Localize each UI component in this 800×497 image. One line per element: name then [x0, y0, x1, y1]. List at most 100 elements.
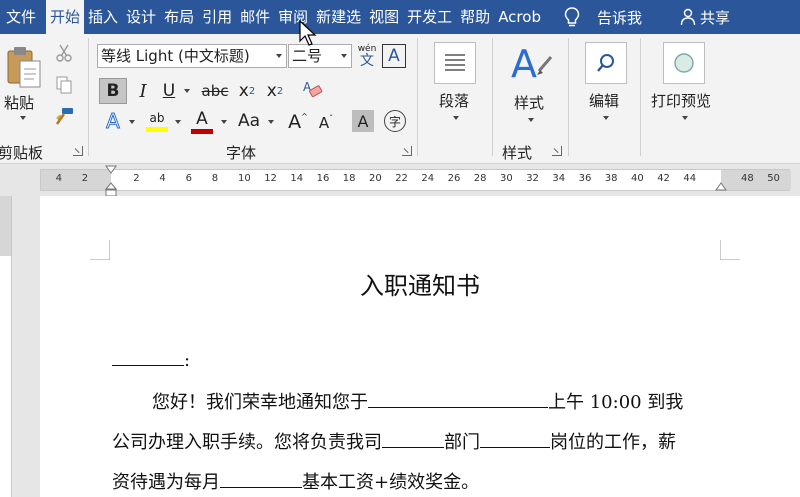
- font-color-button[interactable]: A: [188, 108, 216, 136]
- tell-me-box[interactable]: 告诉我: [563, 0, 642, 34]
- tab-design[interactable]: 设计: [122, 0, 160, 34]
- vertical-ruler[interactable]: [0, 196, 12, 497]
- print-preview-label[interactable]: 打印预览: [651, 90, 711, 111]
- text-effects-dropdown-caret[interactable]: [129, 120, 135, 124]
- tab-help[interactable]: 帮助: [456, 0, 494, 34]
- shrink-font-button[interactable]: Aˇ: [314, 110, 338, 136]
- paste-label[interactable]: 粘贴: [4, 92, 34, 113]
- print-preview-dropdown-caret[interactable]: [682, 116, 688, 120]
- ruler-number: 40: [631, 173, 644, 184]
- change-case-glyph: Aa: [237, 111, 261, 131]
- character-shading-button[interactable]: A: [352, 110, 374, 132]
- change-case-button[interactable]: Aa: [234, 108, 264, 134]
- styles-button[interactable]: A: [508, 40, 554, 88]
- share-label: 共享: [699, 8, 730, 27]
- highlight-dropdown-caret[interactable]: [175, 120, 181, 124]
- underline-dropdown-caret[interactable]: [184, 89, 190, 93]
- tab-developer[interactable]: 开发工: [403, 0, 456, 34]
- editing-label[interactable]: 编辑: [589, 90, 619, 111]
- styles-dialog-launcher[interactable]: [552, 146, 562, 156]
- group-divider: [640, 38, 641, 156]
- tab-file[interactable]: 文件: [0, 0, 46, 34]
- shrink-font-glyph: A: [318, 114, 330, 132]
- grow-font-button[interactable]: A ^: [286, 108, 310, 136]
- ruler-number: 32: [526, 173, 539, 184]
- change-case-dropdown-caret[interactable]: [268, 120, 274, 124]
- character-border-button[interactable]: A: [382, 44, 406, 68]
- italic-button[interactable]: I: [131, 78, 155, 104]
- phonetic-guide-button[interactable]: wén 文: [354, 42, 380, 70]
- document-title: 入职通知书: [360, 272, 480, 300]
- tab-references[interactable]: 引用: [198, 0, 236, 34]
- strikethrough-button[interactable]: abc: [200, 78, 230, 104]
- right-indent-marker[interactable]: [715, 182, 727, 192]
- ruler-number: 14: [290, 173, 304, 184]
- group-divider: [88, 38, 89, 156]
- mouse-pointer-icon: [299, 20, 317, 46]
- enclose-characters-button[interactable]: 字: [382, 108, 408, 134]
- clear-formatting-button[interactable]: A: [298, 76, 326, 104]
- ruler-number: 4: [159, 173, 166, 184]
- ruler-number: 18: [342, 173, 356, 184]
- para2-text-c: 岗位的工作，薪: [550, 432, 676, 453]
- first-line-indent-marker[interactable]: [105, 165, 117, 175]
- superscript-button[interactable]: x2: [262, 78, 288, 104]
- ruler-number: 12: [264, 173, 277, 184]
- clipboard-dialog-launcher[interactable]: [73, 146, 83, 156]
- copy-button[interactable]: [52, 74, 76, 96]
- font-dialog-launcher[interactable]: [402, 146, 412, 156]
- cut-button[interactable]: [52, 42, 76, 64]
- print-preview-button[interactable]: [663, 42, 705, 84]
- text-effects-button[interactable]: A: [100, 108, 126, 134]
- tab-view[interactable]: 视图: [365, 0, 403, 34]
- ruler-right-number: 50: [767, 173, 780, 184]
- para2-text-b: 部门: [444, 432, 480, 453]
- document-page[interactable]: 入职通知书 : 您好！我们荣幸地通知您于 上午 10:00 到我 公司办理入职手续…: [40, 196, 800, 497]
- grow-font-glyph: A: [288, 111, 302, 133]
- ruler-number: 34: [552, 173, 566, 184]
- styles-button-label[interactable]: 样式: [514, 92, 544, 113]
- lightbulb-icon: [564, 7, 580, 27]
- strikethrough-glyph: abc: [201, 82, 229, 100]
- character-border-glyph: A: [388, 46, 400, 66]
- styles-icon: A: [511, 42, 553, 86]
- ruler-right-margin: [721, 170, 791, 190]
- styles-dropdown-caret[interactable]: [528, 118, 534, 122]
- editing-dropdown-caret[interactable]: [603, 116, 609, 120]
- para3-text-a: 资待遇为每月: [112, 472, 220, 493]
- share-button[interactable]: 共享: [680, 0, 730, 34]
- ruler-left-number: 4: [55, 173, 62, 184]
- svg-text:A: A: [511, 42, 537, 86]
- format-painter-button[interactable]: [52, 106, 76, 128]
- paragraph-label[interactable]: 段落: [439, 90, 469, 111]
- underline-button[interactable]: U: [158, 78, 180, 104]
- subscript-button[interactable]: x2: [234, 78, 260, 104]
- tab-acrobat[interactable]: Acrob: [494, 0, 545, 34]
- name-blank: [112, 348, 184, 366]
- paste-dropdown-caret[interactable]: [20, 116, 26, 120]
- salutation-colon: :: [184, 350, 191, 371]
- bold-button[interactable]: B: [99, 78, 127, 104]
- tab-home[interactable]: 开始: [46, 0, 85, 34]
- salary-blank: [220, 470, 302, 488]
- tab-mailings[interactable]: 邮件: [236, 0, 274, 34]
- horizontal-ruler[interactable]: 4 2 2 4 6 8 10 12 14 16 18 20 22 24 26 28 30 32 34 36 38 40 42…: [40, 165, 791, 197]
- tab-new-group[interactable]: 新建选: [312, 0, 365, 34]
- subscript-glyph: x: [238, 81, 249, 101]
- highlight-button[interactable]: ab: [143, 108, 171, 136]
- tab-layout[interactable]: 布局: [160, 0, 198, 34]
- font-size-combobox[interactable]: 二号: [288, 44, 352, 68]
- font-color-dropdown-caret[interactable]: [221, 120, 227, 124]
- search-icon: [597, 54, 614, 72]
- paste-button[interactable]: [2, 42, 46, 92]
- paragraph-button[interactable]: [434, 42, 476, 84]
- font-name-combobox[interactable]: 等线 Light (中文标题): [97, 44, 287, 68]
- text-effects-glyph: A: [106, 109, 121, 134]
- ruler-number: 20: [369, 173, 382, 184]
- para1-text-a: 您好！我们荣幸地通知您于: [152, 392, 368, 413]
- tab-insert[interactable]: 插入: [84, 0, 122, 34]
- ruler-number: 8: [211, 173, 219, 184]
- paragraph-dropdown-caret[interactable]: [453, 116, 459, 120]
- editing-button[interactable]: [585, 42, 627, 84]
- word-window: 文件 开始 插入 设计 布局 引用 邮件 审阅 新建选 视图 开发工 帮助 Ac…: [0, 0, 800, 497]
